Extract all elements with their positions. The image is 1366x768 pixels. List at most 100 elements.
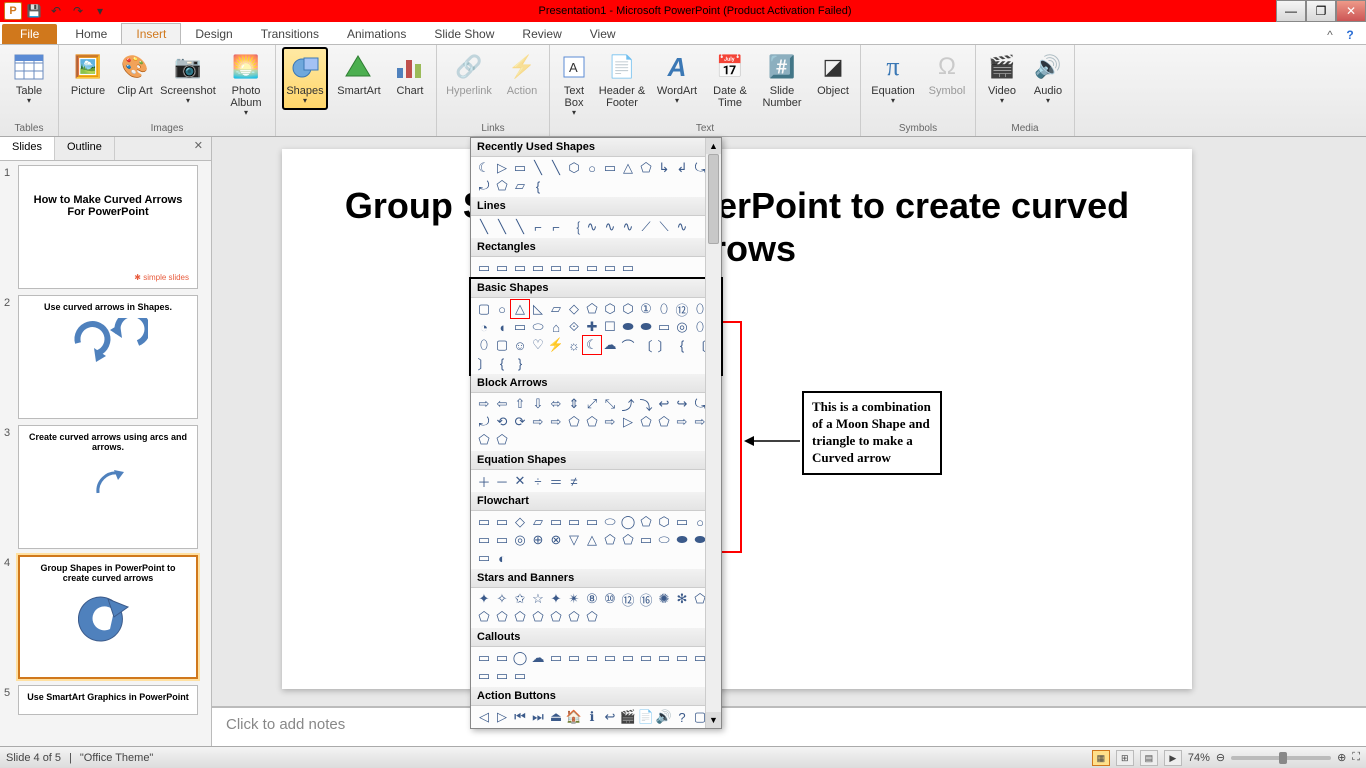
tab-transitions[interactable]: Transitions <box>247 24 333 44</box>
tab-animations[interactable]: Animations <box>333 24 420 44</box>
shapes-stars[interactable]: ✦✧✩☆✦✴⑧⑩⑫⑯✺✻⬠⬠⬠⬠⬠⬠⬠⬠ <box>471 588 721 628</box>
slide-thumb-5[interactable]: Use SmartArt Graphics in PowerPoint <box>18 685 198 715</box>
headerfooter-button[interactable]: 📄Header & Footer <box>598 47 646 109</box>
annotation-arrow-icon <box>742 431 802 451</box>
zoom-slider[interactable] <box>1231 756 1331 760</box>
tab-slideshow[interactable]: Slide Show <box>420 24 508 44</box>
shapes-basic[interactable]: ▢○△◺▱◇⬠⬡⬡①⬯⑫⬯◔◖▭⬭⌂⟐✚☐⬬⬬▭◎⬯⬯▢☺♡⚡☼☾☁⌒〔〕{〔〕… <box>471 298 721 374</box>
tab-file[interactable]: File <box>2 24 57 44</box>
zoom-in-button[interactable]: ⊕ <box>1337 751 1346 764</box>
notes-pane[interactable]: Click to add notes <box>212 706 1366 746</box>
wordart-button[interactable]: AWordArt▾ <box>652 47 702 106</box>
photoalbum-icon: 🌅 <box>230 51 262 83</box>
ribbon-tab-row: File Home Insert Design Transitions Anim… <box>0 22 1366 45</box>
symbol-button: ΩSymbol <box>925 47 969 97</box>
chart-button[interactable]: Chart <box>390 47 430 97</box>
object-button[interactable]: ◪Object <box>812 47 854 97</box>
view-reading-button[interactable]: ▤ <box>1140 750 1158 766</box>
video-button[interactable]: 🎬Video▾ <box>982 47 1022 106</box>
redo-icon[interactable]: ↷ <box>68 2 88 20</box>
datetime-button[interactable]: 📅Date & Time <box>708 47 752 109</box>
close-button[interactable]: ✕ <box>1336 0 1366 22</box>
textbox-button[interactable]: AText Box▾ <box>556 47 592 118</box>
minimize-button[interactable]: — <box>1276 0 1306 22</box>
shapes-button[interactable]: Shapes▾ <box>282 47 328 110</box>
hyperlink-icon: 🔗 <box>453 51 485 83</box>
thumbnail-list: 1 How to Make Curved Arrows For PowerPoi… <box>0 161 211 746</box>
shapes-flowchart[interactable]: ▭▭◇▱▭▭▭⬭◯⬠⬡▭○▭▭◎⊕⊗▽△⬠⬠▭⬭⬬⬬▭◐ <box>471 511 721 569</box>
audio-icon: 🔊 <box>1032 51 1064 83</box>
panel-close-icon[interactable]: ✕ <box>186 137 211 160</box>
scroll-thumb[interactable] <box>708 154 719 244</box>
tab-view[interactable]: View <box>576 24 630 44</box>
tab-design[interactable]: Design <box>181 24 246 44</box>
slidenumber-button[interactable]: #️⃣Slide Number <box>758 47 806 109</box>
textbox-icon: A <box>558 51 590 83</box>
panel-tab-outline[interactable]: Outline <box>55 137 115 160</box>
slide-thumb-4[interactable]: Group Shapes in PowerPoint to create cur… <box>18 555 198 679</box>
save-icon[interactable]: 💾 <box>24 2 44 20</box>
group-media: 🎬Video▾ 🔊Audio▾ Media <box>976 45 1075 136</box>
title-bar: P 💾 ↶ ↷ ▾ Presentation1 - Microsoft Powe… <box>0 0 1366 22</box>
status-bar: Slide 4 of 5 | "Office Theme" ▦ ⊞ ▤ ▶ 74… <box>0 746 1366 768</box>
screenshot-button[interactable]: 📷Screenshot▾ <box>159 47 217 106</box>
photoalbum-button[interactable]: 🌅Photo Album▾ <box>223 47 269 118</box>
group-text: AText Box▾ 📄Header & Footer AWordArt▾ 📅D… <box>550 45 861 136</box>
view-slideshow-button[interactable]: ▶ <box>1164 750 1182 766</box>
zoom-level: 74% <box>1188 752 1210 764</box>
scroll-down-icon[interactable]: ▼ <box>706 712 721 728</box>
shapes-callouts[interactable]: ▭▭◯☁▭▭▭▭▭▭▭▭▭▭▭▭ <box>471 647 721 687</box>
shapes-block[interactable]: ⇨⇦⇧⇩⬄⇕⤢⤡⤴⤵↩↪⤿⤾⟲⟳⇨⇨⬠⬠⇨▷⬠⬠⇨⇨⬠⬠ <box>471 393 721 451</box>
status-theme: "Office Theme" <box>80 752 153 764</box>
editor-area: Group Shapes in PowerPoint to create cur… <box>212 137 1366 746</box>
shapes-rectangles[interactable]: ▭▭▭▭▭▭▭▭▭ <box>471 257 721 279</box>
smartart-button[interactable]: SmartArt <box>334 47 384 97</box>
tab-insert[interactable]: Insert <box>121 23 181 44</box>
window-controls: — ❐ ✕ <box>1276 0 1366 22</box>
slide-title[interactable]: Group Shapes in PowerPoint to create cur… <box>342 184 1132 270</box>
smartart-icon <box>343 51 375 83</box>
table-button[interactable]: Table▾ <box>6 47 52 106</box>
shapes-equation[interactable]: ＋－✕÷＝≠ <box>471 470 721 492</box>
tab-review[interactable]: Review <box>508 24 575 44</box>
scroll-up-icon[interactable]: ▲ <box>706 138 721 154</box>
slide-thumb-3[interactable]: Create curved arrows using arcs and arro… <box>18 425 198 549</box>
status-slide: Slide 4 of 5 <box>6 752 61 764</box>
quick-access-toolbar: P 💾 ↶ ↷ ▾ <box>0 2 114 20</box>
screenshot-icon: 📷 <box>172 51 204 83</box>
action-icon: ⚡ <box>506 51 538 83</box>
picture-icon: 🖼️ <box>72 51 104 83</box>
current-slide[interactable]: Group Shapes in PowerPoint to create cur… <box>282 149 1192 689</box>
minimize-ribbon-icon[interactable]: ^ <box>1322 28 1338 44</box>
clipart-button[interactable]: 🎨Clip Art <box>117 47 153 97</box>
view-normal-button[interactable]: ▦ <box>1092 750 1110 766</box>
slidenumber-icon: #️⃣ <box>766 51 798 83</box>
datetime-icon: 📅 <box>714 51 746 83</box>
zoom-out-button[interactable]: ⊖ <box>1216 751 1225 764</box>
equation-button[interactable]: πEquation▾ <box>867 47 919 106</box>
shapes-icon <box>289 51 321 83</box>
ribbon: Table▾ Tables 🖼️Picture 🎨Clip Art 📷Scree… <box>0 45 1366 137</box>
view-sorter-button[interactable]: ⊞ <box>1116 750 1134 766</box>
tab-home[interactable]: Home <box>61 24 121 44</box>
maximize-button[interactable]: ❐ <box>1306 0 1336 22</box>
panel-tabs: Slides Outline ✕ <box>0 137 211 161</box>
shapes-recent[interactable]: ☾▷▭╲╲⬡○▭△⬠↳↲⤿⤾⬠▱{ <box>471 157 721 197</box>
fit-window-button[interactable]: ⛶ <box>1352 751 1360 764</box>
shapes-action[interactable]: ◁▷⏮⏭⏏🏠ℹ↩🎬📄🔊?▢ <box>471 706 721 728</box>
audio-button[interactable]: 🔊Audio▾ <box>1028 47 1068 106</box>
shapes-scrollbar[interactable]: ▲ ▼ <box>705 138 721 728</box>
picture-button[interactable]: 🖼️Picture <box>65 47 111 97</box>
action-button: ⚡Action <box>501 47 543 97</box>
slide-panel: Slides Outline ✕ 1 How to Make Curved Ar… <box>0 137 212 746</box>
shapes-lines[interactable]: ╲╲╲⌐⌐｛∿∿∿⟋⟍∿ <box>471 216 721 238</box>
panel-tab-slides[interactable]: Slides <box>0 137 55 160</box>
chart-icon <box>394 51 426 83</box>
qat-more-icon[interactable]: ▾ <box>90 2 110 20</box>
group-images: 🖼️Picture 🎨Clip Art 📷Screenshot▾ 🌅Photo … <box>59 45 276 136</box>
help-icon[interactable]: ? <box>1342 28 1358 44</box>
slide-thumb-1[interactable]: How to Make Curved Arrows For PowerPoint… <box>18 165 198 289</box>
powerpoint-icon: P <box>4 2 22 20</box>
undo-icon[interactable]: ↶ <box>46 2 66 20</box>
slide-thumb-2[interactable]: Use curved arrows in Shapes. <box>18 295 198 419</box>
